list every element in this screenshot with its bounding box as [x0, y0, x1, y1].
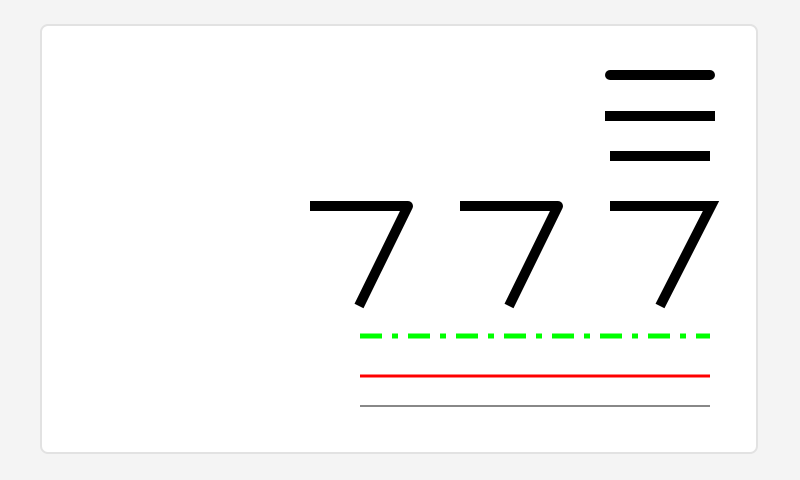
digit-seven-2 — [460, 201, 563, 309]
drawing-canvas — [310, 70, 720, 407]
stage — [0, 0, 800, 480]
trigram-symbol — [605, 70, 715, 161]
digit-seven-3 — [610, 201, 720, 309]
digit-seven-1 — [310, 201, 413, 309]
